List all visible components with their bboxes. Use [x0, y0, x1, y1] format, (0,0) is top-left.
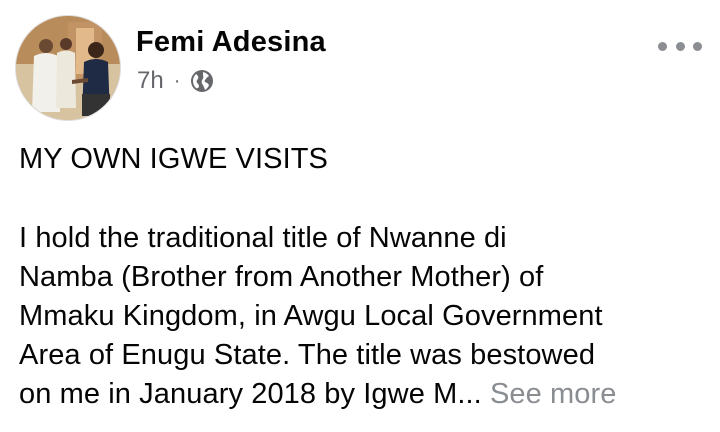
post-text-line: Mmaku Kingdom, in Awgu Local Government: [19, 300, 603, 332]
post-text-truncated: on me in January 2018 by Igwe M...: [19, 378, 482, 410]
post-header: Femi Adesina 7h ·: [16, 16, 706, 120]
more-options-button[interactable]: [658, 38, 702, 54]
post-meta: 7h ·: [137, 66, 214, 96]
post-title-line: MY OWN IGWE VISITS: [19, 143, 329, 175]
post-text-line: Namba (Brother from Another Mother) of: [19, 261, 544, 293]
profile-photo: [16, 16, 120, 120]
more-horizontal-icon-dot: [675, 41, 685, 51]
see-more-link[interactable]: See more: [490, 378, 617, 410]
facebook-post: Femi Adesina 7h · MY OWN IGWE VISITS I h…: [0, 0, 720, 432]
post-paragraph: I hold the traditional title of Nwanne d…: [19, 219, 709, 414]
post-text-line: Area of Enugu State. The title was besto…: [19, 339, 596, 371]
author-name[interactable]: Femi Adesina: [136, 26, 326, 59]
post-text-last-line: on me in January 2018 by Igwe M... See m…: [19, 375, 709, 414]
globe-icon[interactable]: [190, 69, 214, 93]
avatar[interactable]: [16, 16, 120, 120]
post-body: MY OWN IGWE VISITS I hold the traditiona…: [19, 140, 709, 414]
more-horizontal-icon-dot: [693, 41, 702, 51]
post-text-line: I hold the traditional title of Nwanne d…: [19, 222, 507, 254]
meta-separator: ·: [173, 69, 181, 92]
post-timestamp[interactable]: 7h: [137, 67, 164, 95]
more-horizontal-icon-dot: [658, 41, 667, 51]
